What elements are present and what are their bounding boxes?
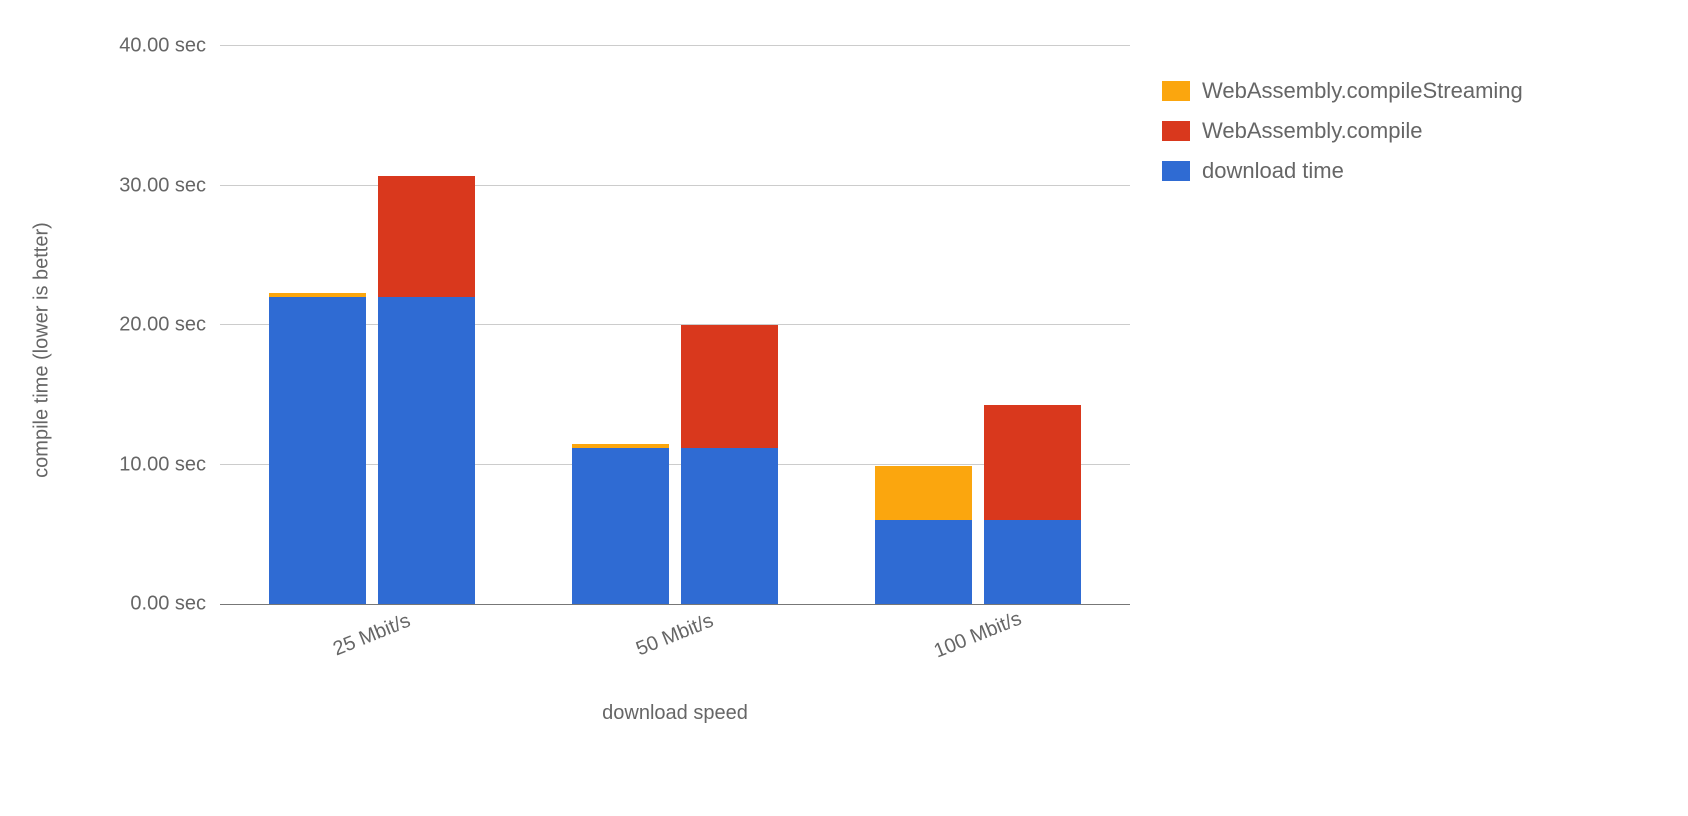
legend-item: download time xyxy=(1162,158,1523,184)
bar-100-streaming xyxy=(875,466,972,604)
y-axis-label: compile time (lower is better) xyxy=(31,222,54,478)
bar-segment xyxy=(875,520,972,604)
legend-label: download time xyxy=(1202,158,1344,184)
bar-50-compile xyxy=(681,325,778,604)
legend-swatch xyxy=(1162,161,1190,181)
y-tick-label: 30.00 sec xyxy=(80,174,220,197)
bar-segment xyxy=(269,297,366,604)
bar-segment xyxy=(681,325,778,448)
x-axis-label: download speed xyxy=(602,702,748,725)
bar-segment xyxy=(572,448,669,604)
bar-25-streaming xyxy=(269,293,366,604)
y-tick-label: 40.00 sec xyxy=(80,35,220,58)
bar-segment xyxy=(378,297,475,604)
legend-label: WebAssembly.compileStreaming xyxy=(1202,78,1523,104)
bar-100-compile xyxy=(984,405,1081,604)
x-tick-label: 100 Mbit/s xyxy=(931,608,1025,664)
plot-area: 0.00 sec 10.00 sec 20.00 sec 30.00 sec 4… xyxy=(220,46,1130,605)
y-tick-label: 20.00 sec xyxy=(80,314,220,337)
legend-swatch xyxy=(1162,81,1190,101)
legend-item: WebAssembly.compileStreaming xyxy=(1162,78,1523,104)
gridline: 40.00 sec xyxy=(220,45,1130,46)
bar-50-streaming xyxy=(572,444,669,604)
bar-segment xyxy=(875,466,972,520)
bar-segment xyxy=(681,448,778,604)
legend-label: WebAssembly.compile xyxy=(1202,118,1422,144)
bar-segment xyxy=(984,405,1081,521)
x-tick-label: 50 Mbit/s xyxy=(633,610,717,662)
y-tick-label: 10.00 sec xyxy=(80,453,220,476)
y-tick-label: 0.00 sec xyxy=(80,593,220,616)
bar-25-compile xyxy=(378,176,475,604)
x-tick-label: 25 Mbit/s xyxy=(330,610,414,662)
bar-segment xyxy=(378,176,475,297)
chart: 0.00 sec 10.00 sec 20.00 sec 30.00 sec 4… xyxy=(70,10,1130,690)
legend-item: WebAssembly.compile xyxy=(1162,118,1523,144)
bar-segment xyxy=(984,520,1081,604)
legend-swatch xyxy=(1162,121,1190,141)
gridline: 30.00 sec xyxy=(220,185,1130,186)
legend: WebAssembly.compileStreaming WebAssembly… xyxy=(1162,78,1523,198)
